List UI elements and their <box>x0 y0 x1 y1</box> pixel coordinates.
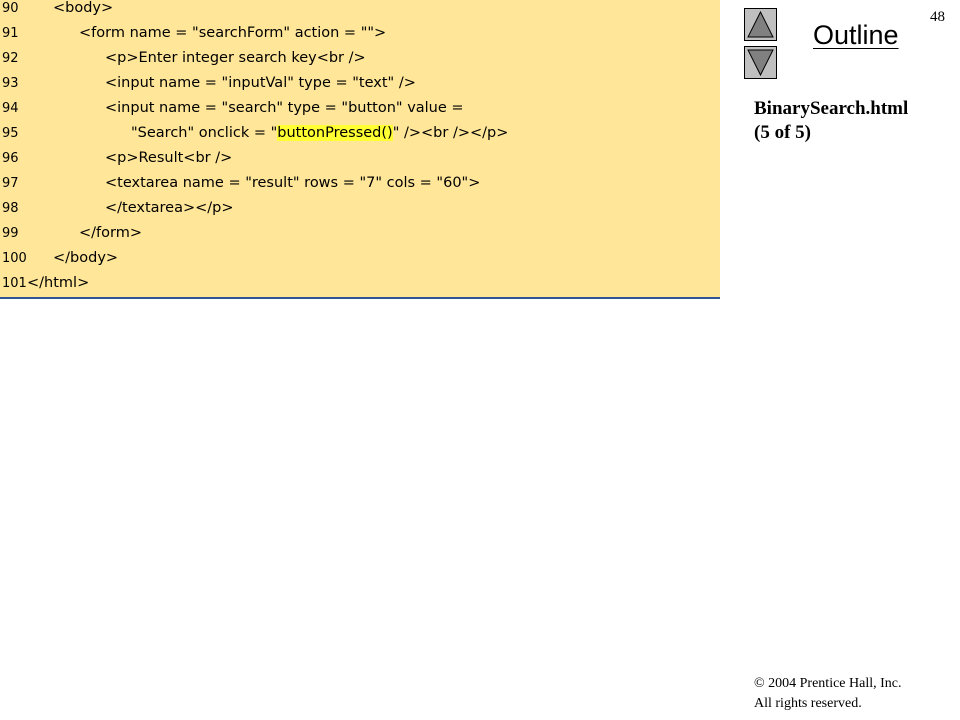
code-text: " /><br /></p> <box>392 125 509 141</box>
line-number: 99 <box>2 226 19 241</box>
line-number: 101 <box>2 276 27 291</box>
code-text: "Search" onclick = " <box>131 125 278 141</box>
triangle-up-icon <box>747 10 774 38</box>
line-code: <p>Enter integer search key<br /> <box>105 46 366 71</box>
line-code: </html> <box>27 271 89 296</box>
code-line: 93 <input name = "inputVal" type = "text"… <box>0 71 720 96</box>
line-number: 98 <box>2 201 19 216</box>
line-code: </form> <box>79 221 142 246</box>
code-text: </body> <box>53 250 119 266</box>
code-line: 91 <form name = "searchForm" action = ""> <box>0 21 720 46</box>
line-code: "Search" onclick = "buttonPressed()" /><… <box>131 121 508 146</box>
code-line: 101 </html> <box>0 271 720 296</box>
code-line: 95 "Search" onclick = "buttonPressed()" /… <box>0 121 720 146</box>
code-text: <body> <box>53 0 114 16</box>
code-line: 97 <textarea name = "result" rows = "7" c… <box>0 171 720 196</box>
line-code: <input name = "inputVal" type = "text" /… <box>105 71 416 96</box>
line-number: 91 <box>2 26 19 41</box>
line-number: 93 <box>2 76 19 91</box>
code-text: <p>Enter integer search key<br /> <box>105 50 366 66</box>
rights-line: All rights reserved. <box>754 696 862 711</box>
triangle-down-icon <box>747 49 774 77</box>
slide-number: 48 <box>930 9 945 25</box>
copyright-notice: © 2004 Prentice Hall, Inc. All rights re… <box>754 674 902 714</box>
line-code: </textarea></p> <box>105 196 234 221</box>
code-text: <input name = "search" type = "button" v… <box>105 100 464 116</box>
line-code: <body> <box>53 0 113 21</box>
file-part: (5 of 5) <box>754 122 811 143</box>
line-code: <input name = "search" type = "button" v… <box>105 96 464 121</box>
highlighted-code: buttonPressed() <box>277 125 393 141</box>
code-line: 100 </body> <box>0 246 720 271</box>
copyright-line: © 2004 Prentice Hall, Inc. <box>754 676 902 691</box>
line-code: <form name = "searchForm" action = ""> <box>79 21 386 46</box>
code-text: <form name = "searchForm" action = ""> <box>79 25 387 41</box>
line-number: 100 <box>2 251 27 266</box>
line-number: 97 <box>2 176 19 191</box>
code-line: 94 <input name = "search" type = "button"… <box>0 96 720 121</box>
code-line: 90 <body> <box>0 0 720 21</box>
code-text: <input name = "inputVal" type = "text" /… <box>105 75 416 91</box>
file-label: BinarySearch.html (5 of 5) <box>754 97 908 145</box>
line-number: 96 <box>2 151 19 166</box>
code-text: </textarea></p> <box>105 200 234 216</box>
code-line: 96 <p>Result<br /> <box>0 146 720 171</box>
line-code: </body> <box>53 246 118 271</box>
code-panel: 90 <body> 91 <form name = "searchForm" acti… <box>0 0 720 299</box>
code-line: 98 </textarea></p> <box>0 196 720 221</box>
code-line: 92 <p>Enter integer search key<br /> <box>0 46 720 71</box>
line-number: 94 <box>2 101 19 116</box>
previous-slide-button[interactable] <box>744 8 777 41</box>
line-code: <p>Result<br /> <box>105 146 232 171</box>
line-number: 90 <box>2 1 19 16</box>
code-line: 99 </form> <box>0 221 720 246</box>
line-number: 95 <box>2 126 19 141</box>
line-number: 92 <box>2 51 19 66</box>
next-slide-button[interactable] <box>744 46 777 79</box>
outline-title: Outline <box>813 20 899 50</box>
code-text: </html> <box>27 275 90 291</box>
line-code: <textarea name = "result" rows = "7" col… <box>105 171 480 196</box>
code-text: <textarea name = "result" rows = "7" col… <box>105 175 481 191</box>
file-name: BinarySearch.html <box>754 98 909 119</box>
code-text: </form> <box>79 225 142 241</box>
code-text: <p>Result<br /> <box>105 150 233 166</box>
